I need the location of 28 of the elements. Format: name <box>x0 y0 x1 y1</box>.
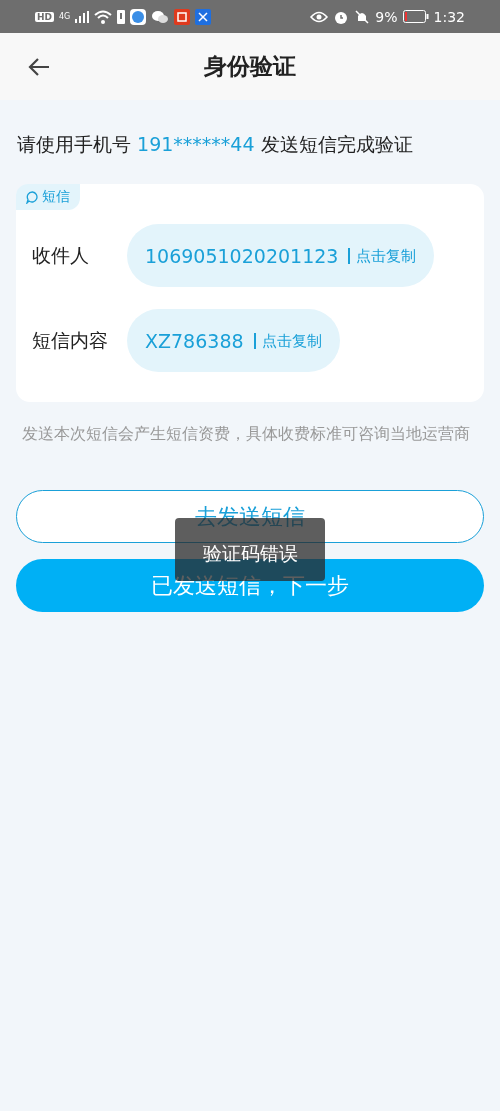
chat-icon <box>151 9 170 24</box>
tag-label: 短信 <box>42 188 70 206</box>
field-value: XZ786388 <box>145 329 244 352</box>
page-title: 身份验证 <box>204 52 296 81</box>
app-icon <box>174 8 191 25</box>
field-label: 短信内容 <box>32 327 109 353</box>
field-value: 1069051020201123 <box>145 244 339 267</box>
copy-pill[interactable]: 1069051020201123 点击复制 <box>127 224 435 287</box>
app-icon <box>130 8 147 25</box>
wifi-icon <box>94 9 113 24</box>
network-type: 4G <box>59 12 71 21</box>
back-arrow-icon[interactable] <box>27 57 51 77</box>
chat-bubble-icon <box>26 190 39 204</box>
instruction-text: 请使用手机号 191******44 发送短信完成验证 <box>17 132 414 157</box>
battery-percent: 9% <box>375 8 398 25</box>
hd-badge: HD <box>35 11 54 22</box>
eye-icon <box>310 10 329 23</box>
copy-pill[interactable]: XZ786388 点击复制 <box>127 309 340 372</box>
field-label: 收件人 <box>32 242 90 268</box>
phone-icon <box>117 9 126 24</box>
fee-note: 发送本次短信会产生短信资费，具体收费标准可咨询当地运营商 <box>22 424 471 445</box>
clock: 1:32 <box>433 8 465 25</box>
muted-bell-icon <box>354 8 371 25</box>
app-icon <box>195 8 212 25</box>
signal-icon <box>75 10 90 23</box>
copy-link[interactable]: 点击复制 <box>253 332 322 349</box>
copy-link[interactable]: 点击复制 <box>348 247 417 264</box>
battery-icon <box>402 10 429 23</box>
